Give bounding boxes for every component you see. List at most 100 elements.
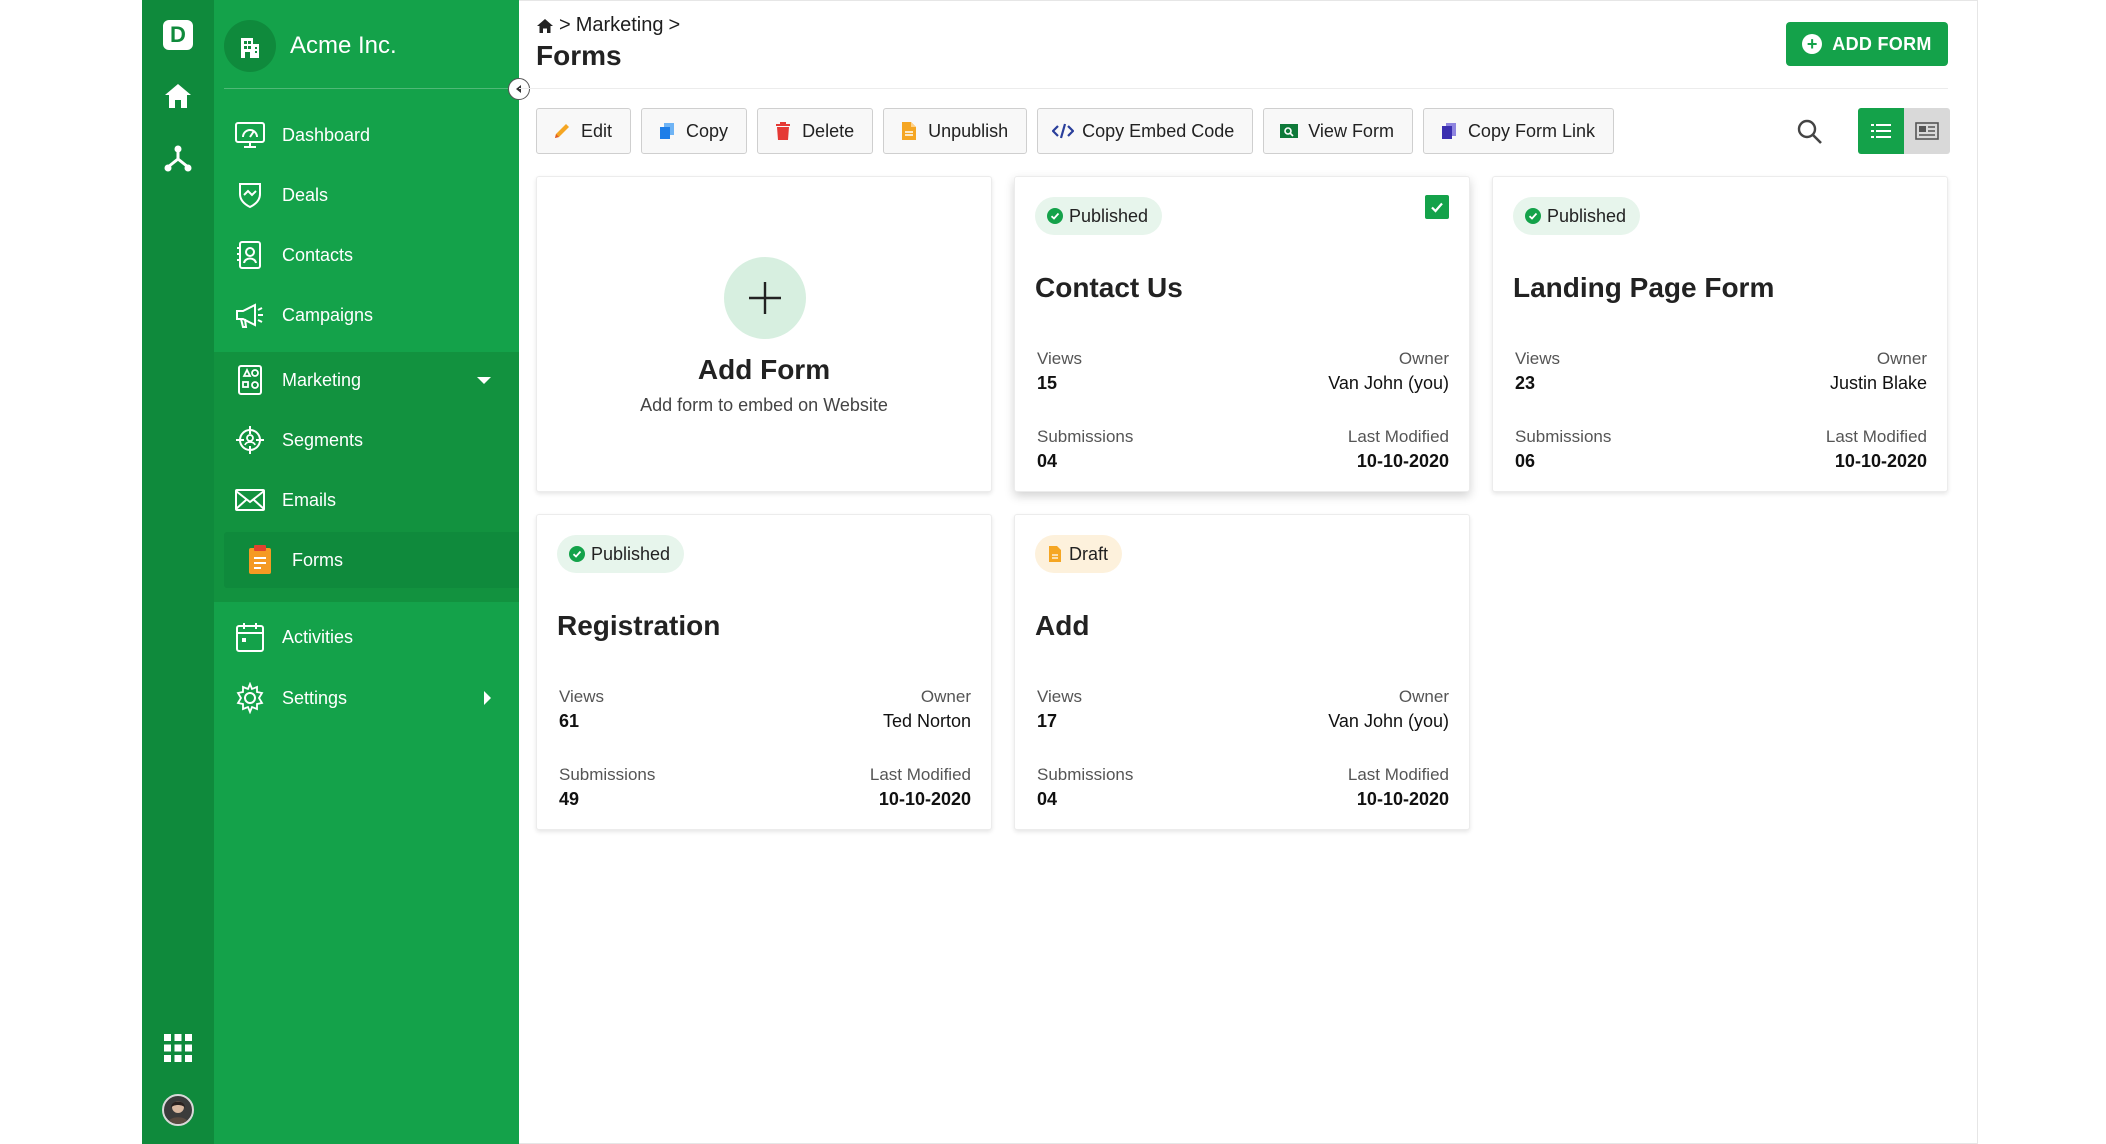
- contact-icon: [232, 237, 268, 273]
- sidebar-item-emails[interactable]: Emails: [214, 472, 519, 528]
- chevron-down-icon[interactable]: [477, 376, 491, 384]
- sidebar-item-label: Activities: [282, 626, 354, 647]
- sidebar-item-deals[interactable]: Deals: [214, 167, 519, 223]
- sidebar-item-label: Emails: [282, 489, 337, 510]
- views-value: 23: [1515, 373, 1536, 393]
- dashboard-icon: [232, 117, 268, 153]
- breadcrumb: > Marketing >: [536, 14, 685, 37]
- plus-circle-icon: +: [1802, 34, 1823, 54]
- app-rail: D: [142, 0, 214, 1144]
- add-form-button[interactable]: + ADD FORM: [1786, 22, 1948, 66]
- last-modified-label: Last Modified: [869, 765, 971, 784]
- sidebar-item-segments[interactable]: Segments: [214, 412, 519, 468]
- breadcrumb-separator: >: [668, 14, 681, 36]
- sidebar-item-label: Marketing: [282, 369, 362, 390]
- status-label: Published: [591, 543, 671, 564]
- list-icon: [1871, 124, 1891, 138]
- avatar[interactable]: [162, 1094, 194, 1126]
- submissions-value: 49: [559, 789, 580, 809]
- app-logo[interactable]: D: [163, 20, 193, 50]
- home-icon[interactable]: [162, 80, 194, 112]
- form-card[interactable]: Published Landing Page Form Views 23 Own…: [1492, 176, 1948, 492]
- last-modified-label: Last Modified: [1825, 427, 1927, 446]
- form-card[interactable]: Draft Add Views 17 Owner Van John (you) …: [1014, 514, 1470, 830]
- select-checkbox[interactable]: [1425, 195, 1449, 219]
- chevron-right-icon[interactable]: [484, 691, 491, 705]
- page-title: Forms: [536, 40, 622, 71]
- status-label: Published: [1069, 205, 1149, 226]
- form-card[interactable]: Published Contact Us Views 15 Owner Van …: [1014, 176, 1470, 492]
- add-form-button-label: ADD FORM: [1832, 33, 1932, 54]
- toolbar: Edit Copy Delete Unpublish Copy Embed Co…: [536, 108, 1614, 154]
- last-modified-value: 10-10-2020: [1834, 451, 1927, 471]
- sidebar-item-label: Forms: [292, 549, 343, 570]
- delete-button[interactable]: Delete: [757, 108, 874, 154]
- sidebar-item-dashboard[interactable]: Dashboard: [214, 107, 519, 163]
- sidebar-item-label: Deals: [282, 184, 329, 205]
- copy-form-link-button[interactable]: Copy Form Link: [1422, 108, 1614, 154]
- document-icon: [898, 120, 920, 142]
- sidebar-item-label: Contacts: [282, 244, 354, 265]
- chevron-left-icon: [516, 85, 521, 93]
- org-switcher[interactable]: Acme Inc.: [224, 18, 397, 74]
- forms-icon: [242, 542, 278, 578]
- edit-button-label: Edit: [581, 120, 613, 141]
- copy-button[interactable]: Copy: [641, 108, 748, 154]
- email-icon: [232, 482, 268, 518]
- sidebar-item-campaigns[interactable]: Campaigns: [214, 287, 519, 343]
- copy-embed-code-button[interactable]: Copy Embed Code: [1037, 108, 1254, 154]
- copy-icon: [656, 120, 678, 142]
- home-icon[interactable]: [536, 17, 554, 35]
- network-icon[interactable]: [162, 142, 194, 174]
- submissions-value: 04: [1037, 789, 1058, 809]
- last-modified-value: 10-10-2020: [878, 789, 971, 809]
- status-badge: Published: [1035, 197, 1163, 235]
- owner-value: Justin Blake: [1829, 373, 1927, 393]
- sidebar-item-settings[interactable]: Settings: [214, 670, 519, 726]
- divider: [519, 88, 1948, 89]
- view-form-button[interactable]: View Form: [1263, 108, 1413, 154]
- copy-embed-code-button-label: Copy Embed Code: [1082, 120, 1235, 141]
- view-form-button-label: View Form: [1308, 120, 1394, 141]
- views-label: Views: [1037, 687, 1083, 706]
- submissions-value: 06: [1515, 451, 1536, 471]
- last-modified-value: 10-10-2020: [1356, 789, 1449, 809]
- form-card[interactable]: Published Registration Views 61 Owner Te…: [536, 514, 992, 830]
- code-icon: [1052, 120, 1075, 142]
- search-icon[interactable]: [1796, 118, 1824, 146]
- status-label: Published: [1547, 205, 1627, 226]
- collapse-sidebar-button[interactable]: [508, 78, 530, 100]
- add-form-card[interactable]: Add Form Add form to embed on Website: [536, 176, 992, 492]
- last-modified-label: Last Modified: [1347, 427, 1449, 446]
- owner-label: Owner: [1398, 687, 1449, 706]
- owner-label: Owner: [920, 687, 971, 706]
- card-view-button[interactable]: [1904, 108, 1950, 154]
- edit-button[interactable]: Edit: [536, 108, 632, 154]
- views-value: 61: [559, 711, 580, 731]
- building-icon: [224, 20, 276, 72]
- views-label: Views: [559, 687, 605, 706]
- card-icon: [1915, 122, 1939, 140]
- owner-value: Van John (you): [1328, 711, 1449, 731]
- calendar-icon: [232, 619, 268, 655]
- form-title: Add: [1035, 610, 1090, 641]
- apps-grid-icon[interactable]: [162, 1032, 194, 1064]
- org-name: Acme Inc.: [290, 32, 397, 59]
- sidebar-item-label: Segments: [282, 429, 364, 450]
- sidebar-item-contacts[interactable]: Contacts: [214, 227, 519, 283]
- check-icon: [1431, 202, 1443, 213]
- megaphone-icon: [232, 297, 268, 333]
- form-title: Contact Us: [1035, 272, 1183, 303]
- copy-form-link-button-label: Copy Form Link: [1467, 120, 1595, 141]
- form-title: Registration: [557, 610, 721, 641]
- check-circle-icon: [569, 546, 585, 562]
- list-view-button[interactable]: [1858, 108, 1904, 154]
- sidebar-item-activities[interactable]: Activities: [214, 609, 519, 665]
- breadcrumb-marketing[interactable]: Marketing: [576, 14, 664, 37]
- unpublish-button[interactable]: Unpublish: [883, 108, 1028, 154]
- views-value: 17: [1037, 711, 1058, 731]
- sidebar-item-marketing[interactable]: Marketing: [214, 352, 519, 408]
- document-icon: [1049, 546, 1061, 562]
- submissions-value: 04: [1037, 451, 1058, 471]
- sidebar-item-forms[interactable]: Forms: [224, 532, 519, 588]
